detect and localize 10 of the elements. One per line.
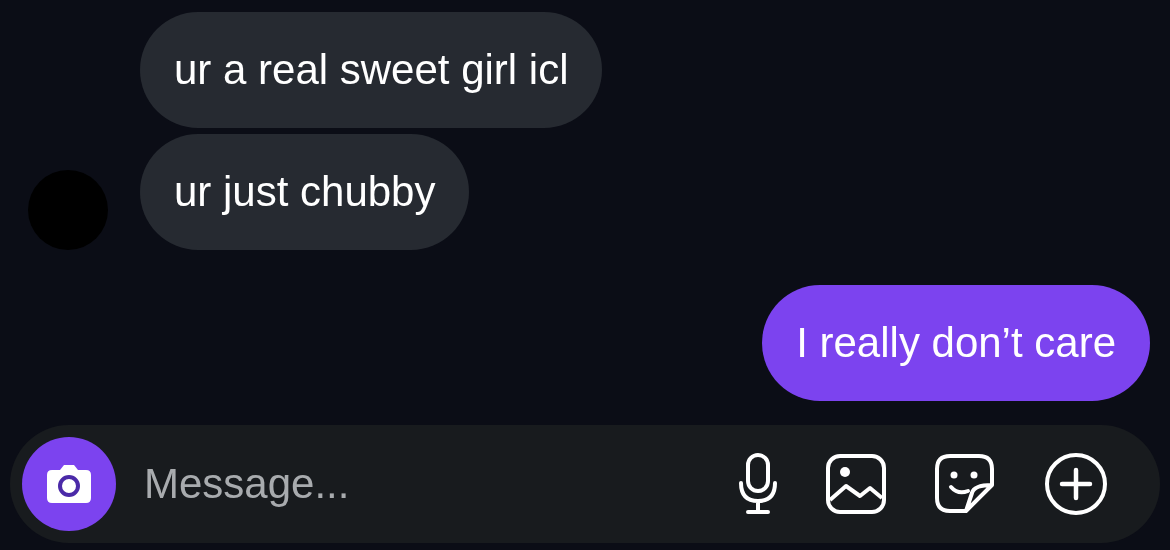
message-bubble: I really don’t care (762, 285, 1150, 401)
sticker-icon[interactable] (934, 453, 996, 515)
add-icon[interactable] (1044, 452, 1108, 516)
image-icon[interactable] (826, 454, 886, 514)
message-bubble: ur just chubby (140, 134, 470, 250)
camera-button[interactable] (22, 437, 116, 531)
microphone-icon[interactable] (738, 453, 778, 515)
message-input[interactable]: Message... (142, 459, 738, 509)
message-bubble: ur a real sweet girl icl (140, 12, 603, 128)
camera-icon (46, 464, 92, 504)
